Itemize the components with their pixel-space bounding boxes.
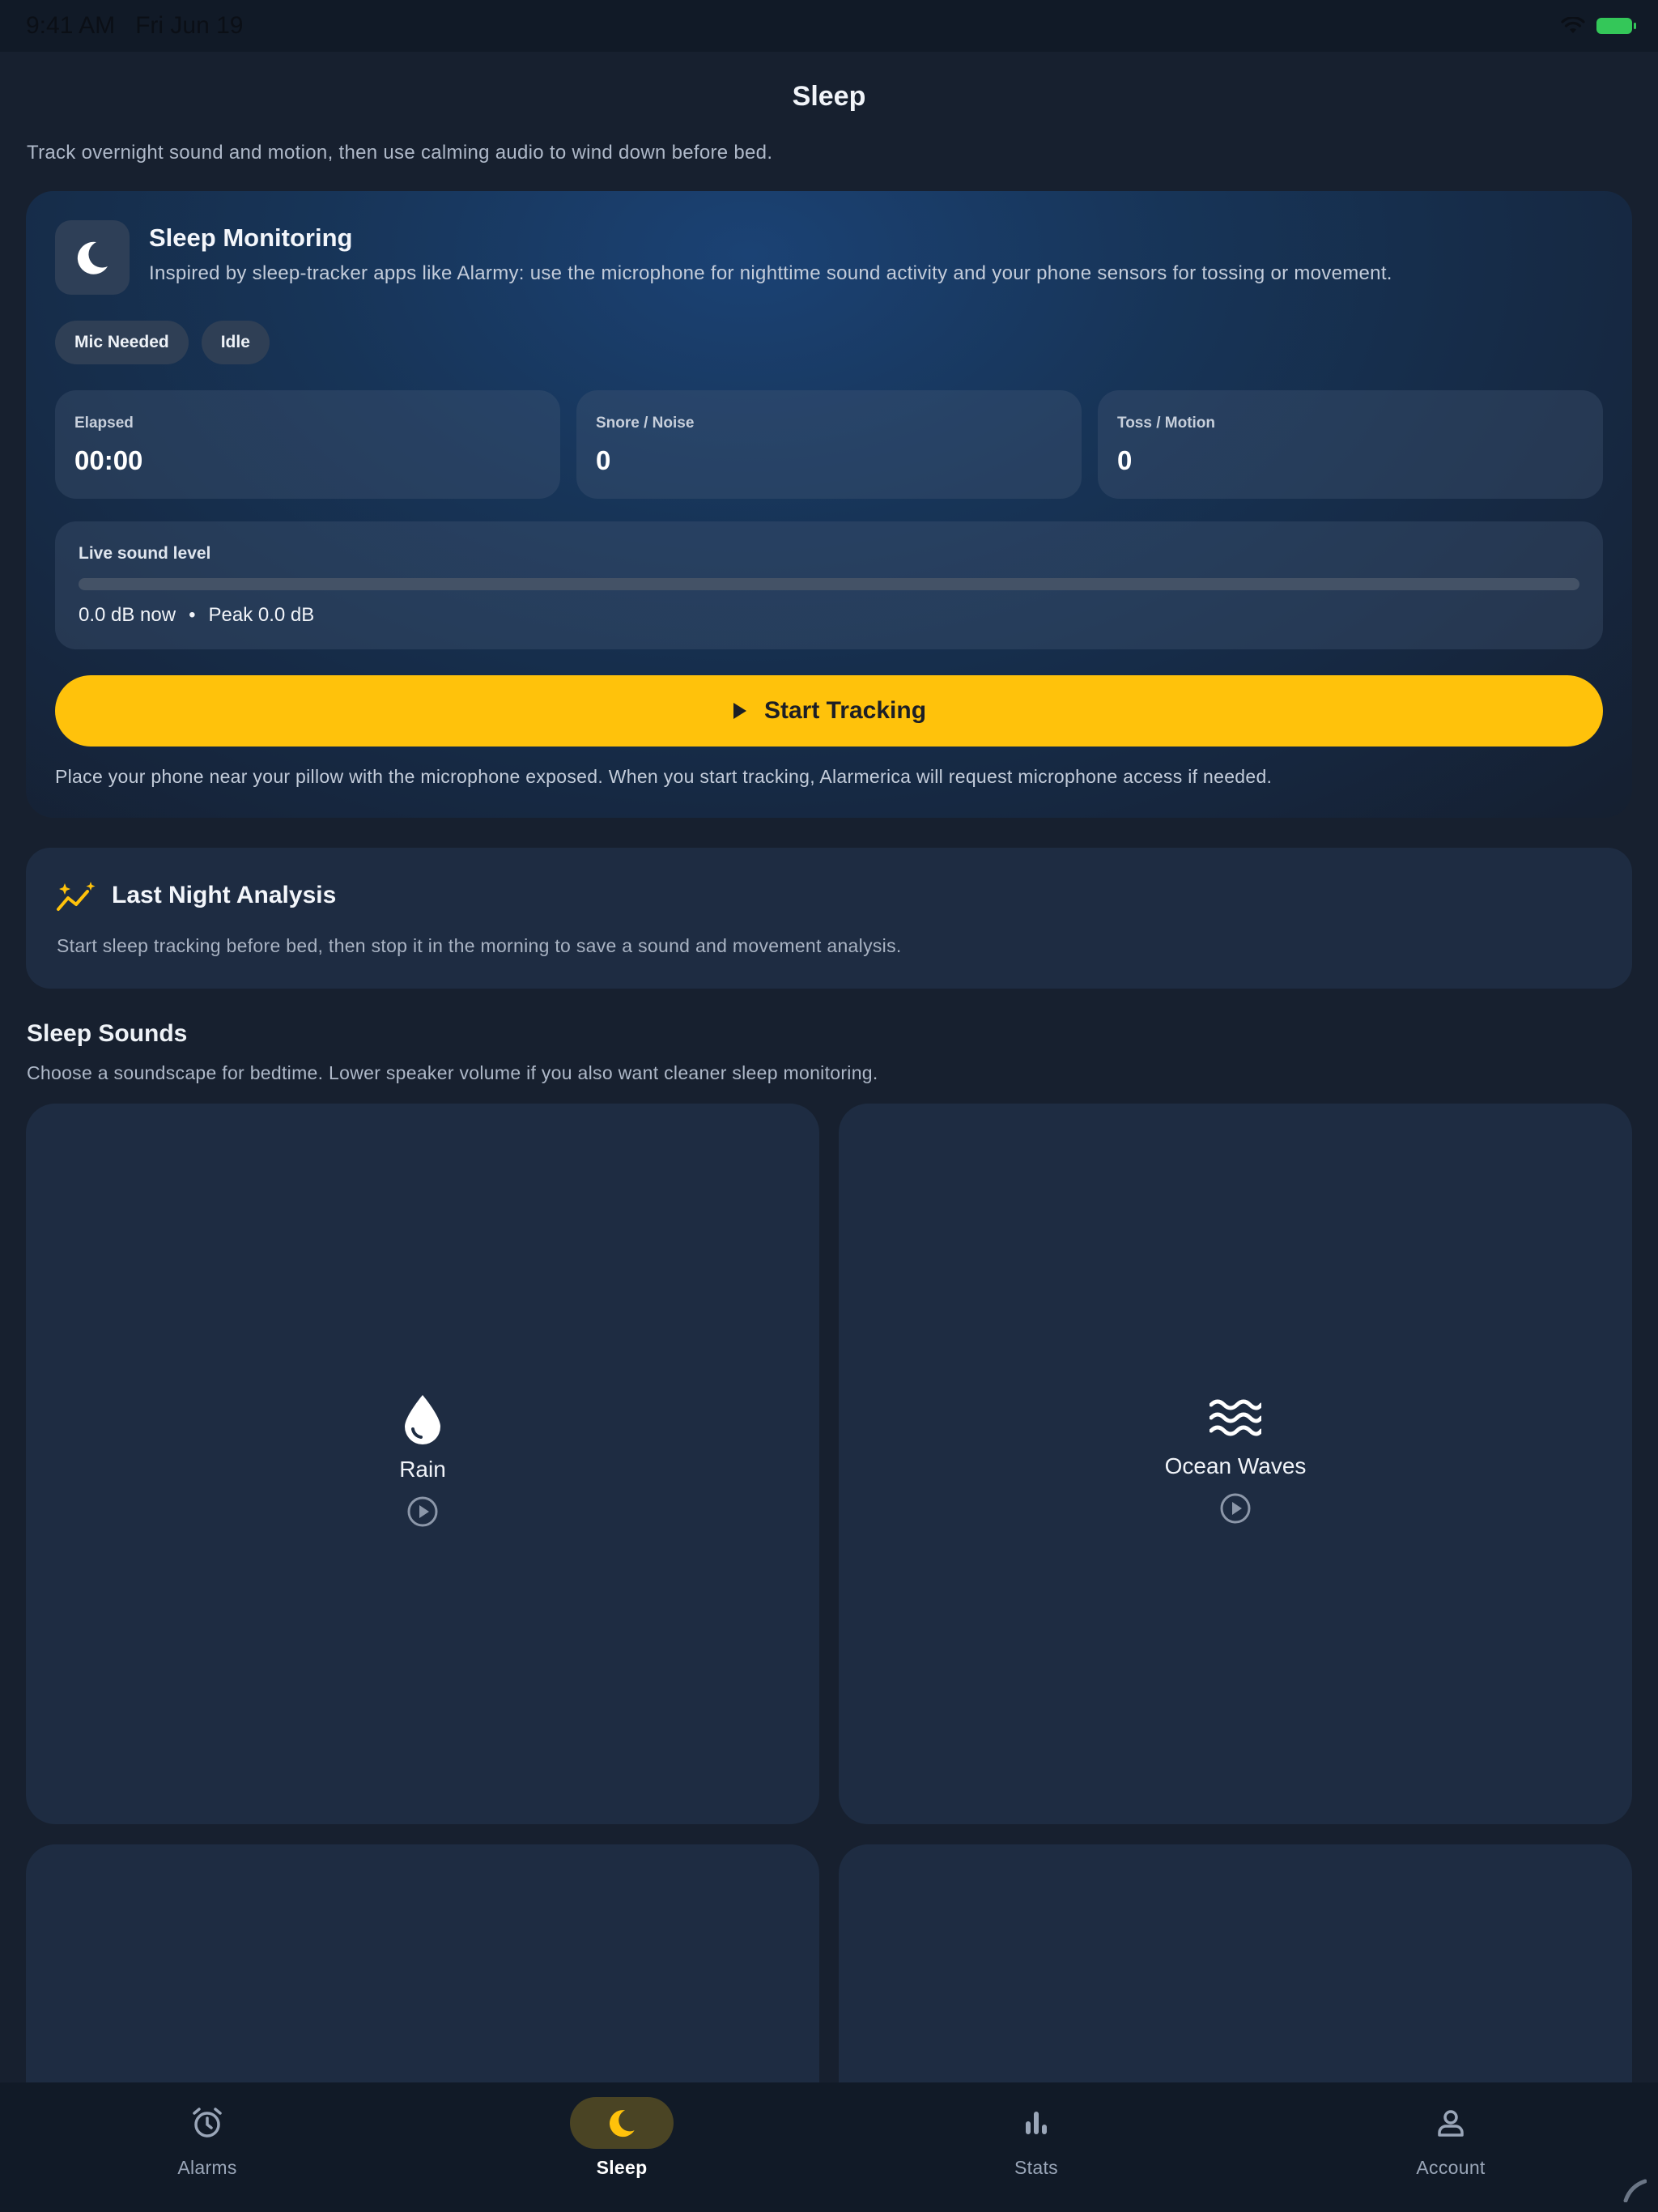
- battery-icon: [1596, 18, 1636, 34]
- live-sound-level: Live sound level 0.0 dB now • Peak 0.0 d…: [55, 521, 1603, 649]
- sound-card-rain[interactable]: Rain: [26, 1104, 819, 1824]
- bar-chart-icon: [1026, 2112, 1047, 2134]
- stat-value: 00:00: [74, 445, 143, 475]
- tab-account[interactable]: Account: [1329, 2097, 1572, 2179]
- sound-name: Rain: [399, 1457, 446, 1482]
- wifi-icon: [1561, 17, 1585, 33]
- last-night-analysis-card: Last Night Analysis Start sleep tracking…: [26, 848, 1632, 989]
- stat-label: Toss / Motion: [1117, 415, 1216, 432]
- toss-motion-stat: Toss / Motion 0: [1098, 390, 1603, 499]
- nav-label: Stats: [1014, 2157, 1058, 2178]
- level-readout: 0.0 dB now • Peak 0.0 dB: [79, 604, 314, 627]
- monitoring-hint: Place your phone near your pillow with t…: [55, 766, 1273, 787]
- analysis-description: Start sleep tracking before bed, then st…: [57, 935, 902, 956]
- nav-icon-container: [155, 2097, 259, 2149]
- alarm-clock-icon: [193, 2108, 222, 2138]
- snore-noise-stat: Snore / Noise 0: [576, 390, 1082, 499]
- status-time: 9:41 AM Fri Jun 19: [26, 12, 243, 40]
- moon-tile: [55, 220, 130, 295]
- sound-name: Ocean Waves: [1164, 1453, 1307, 1478]
- idle-chip: Idle: [201, 321, 270, 364]
- waves-icon: [1209, 1399, 1261, 1436]
- play-icon: [733, 703, 746, 719]
- sound-card-content: Rain: [26, 1393, 819, 1528]
- nav-label: Alarms: [177, 2157, 237, 2178]
- stat-label: Elapsed: [74, 415, 134, 432]
- peak-db: Peak 0.0 dB: [208, 604, 315, 626]
- sleep-monitoring-card: Sleep Monitoring Inspired by sleep-track…: [26, 191, 1632, 818]
- sound-card-content: Ocean Waves: [839, 1397, 1632, 1525]
- moon-icon: [77, 241, 108, 274]
- nav-icon-container: [570, 2097, 674, 2149]
- nav-label: Account: [1416, 2157, 1486, 2178]
- nav-icon-container: [1399, 2097, 1503, 2149]
- status-indicators: [1561, 17, 1636, 35]
- status-clock: 9:41 AM: [26, 12, 116, 39]
- live-level-label: Live sound level: [79, 544, 211, 563]
- current-db: 0.0 dB now: [79, 604, 176, 626]
- sleep-screen: 9:41 AM Fri Jun 19 Sleep Track overnight…: [0, 0, 1658, 2212]
- sparkle-trend-icon: [57, 882, 96, 911]
- status-chips: Mic Needed Idle: [55, 321, 270, 364]
- sleep-sounds-description: Choose a soundscape for bedtime. Lower s…: [27, 1062, 878, 1083]
- monitoring-description: Inspired by sleep-tracker apps like Alar…: [149, 262, 1392, 284]
- moon-icon: [609, 2110, 635, 2138]
- water-drop-icon: [405, 1395, 440, 1444]
- status-bar: 9:41 AM Fri Jun 19: [0, 0, 1658, 52]
- nav-label: Sleep: [596, 2157, 648, 2178]
- resize-handle-icon: [1623, 2179, 1647, 2202]
- tab-alarms[interactable]: Alarms: [86, 2097, 329, 2179]
- elapsed-stat: Elapsed 00:00: [55, 390, 560, 499]
- mic-needed-chip: Mic Needed: [55, 321, 189, 364]
- play-circle-icon[interactable]: [1219, 1492, 1252, 1525]
- analysis-title: Last Night Analysis: [112, 882, 337, 908]
- start-tracking-label: Start Tracking: [763, 697, 927, 724]
- person-icon: [1438, 2110, 1464, 2137]
- sound-card-ocean-waves[interactable]: Ocean Waves: [839, 1104, 1632, 1824]
- sleep-sounds-heading: Sleep Sounds: [27, 1020, 188, 1047]
- play-circle-icon[interactable]: [406, 1495, 439, 1528]
- stat-value: 0: [1117, 445, 1133, 475]
- nav-icon-container: [984, 2097, 1088, 2149]
- separator-dot: •: [189, 604, 196, 626]
- page-subtitle: Track overnight sound and motion, then u…: [27, 142, 773, 164]
- page-title: Sleep: [792, 81, 866, 112]
- start-tracking-button[interactable]: Start Tracking: [55, 675, 1603, 747]
- bottom-tab-bar: Alarms Sleep Stats Account: [0, 2082, 1658, 2212]
- sound-level-bar: [79, 578, 1579, 590]
- stat-value: 0: [596, 445, 611, 475]
- tab-stats[interactable]: Stats: [915, 2097, 1158, 2179]
- tab-sleep[interactable]: Sleep: [500, 2097, 743, 2179]
- status-date: Fri Jun 19: [135, 12, 244, 39]
- monitoring-title: Sleep Monitoring: [149, 223, 353, 252]
- stat-label: Snore / Noise: [596, 415, 695, 432]
